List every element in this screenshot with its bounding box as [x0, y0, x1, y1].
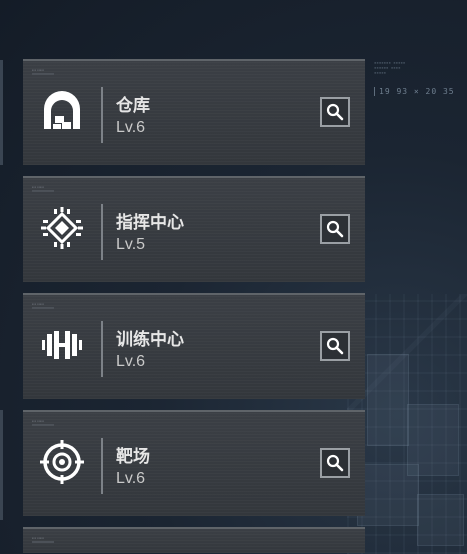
facility-name: 指挥中心 [116, 213, 184, 232]
card-tag: ▪▪▪ ▪▪▪▪▪ [32, 185, 45, 189]
side-panel-edge-bottom [0, 410, 3, 520]
target-icon [39, 439, 85, 485]
inspect-button[interactable] [320, 331, 350, 361]
side-panel-edge-top [0, 60, 3, 165]
inspect-button[interactable] [320, 97, 350, 127]
card-divider [101, 87, 103, 143]
magnifier-icon [326, 454, 344, 472]
facility-card-shooting-range[interactable]: ▪▪▪ ▪▪▪▪▪ 靶场 Lv.6 [23, 410, 365, 516]
magnifier-icon [326, 103, 344, 121]
facility-level: Lv.6 [116, 119, 146, 136]
card-divider [101, 321, 103, 377]
card-tag: ▪▪▪ ▪▪▪▪▪ [32, 419, 45, 423]
facility-card-partial[interactable]: ▪▪▪ ▪▪▪▪▪ [23, 527, 365, 553]
facility-card-training-center[interactable]: ▪▪▪ ▪▪▪▪▪ 训练中心 Lv.6 [23, 293, 365, 399]
facility-list: ▪▪▪ ▪▪▪▪▪ 仓库 Lv.6 ▪▪▪ ▪▪▪▪▪ 指挥中心 Lv.5 ▪▪… [23, 59, 365, 553]
background-city-art [347, 294, 467, 554]
facility-name: 训练中心 [116, 330, 184, 349]
card-divider [101, 204, 103, 260]
inspect-button[interactable] [320, 214, 350, 244]
magnifier-icon [326, 220, 344, 238]
warehouse-icon [39, 88, 85, 134]
card-divider [101, 438, 103, 494]
magnifier-icon [326, 337, 344, 355]
facility-card-warehouse[interactable]: ▪▪▪ ▪▪▪▪▪ 仓库 Lv.6 [23, 59, 365, 165]
card-tag-bar [32, 541, 54, 543]
card-tag: ▪▪▪ ▪▪▪▪▪ [32, 302, 45, 306]
facility-name: 仓库 [116, 96, 150, 115]
facility-level: Lv.5 [116, 236, 146, 253]
facility-level: Lv.6 [116, 353, 146, 370]
hud-decoration: ▪▪▪▪▪▪▪ ▪▪▪▪▪ ▪▪▪▪▪▪ ▪▪▪▪ ▪▪▪▪▪ 19 93 × 20… [374, 60, 455, 96]
card-tag-bar [32, 190, 54, 192]
card-tag-bar [32, 73, 54, 75]
facility-card-command-center[interactable]: ▪▪▪ ▪▪▪▪▪ 指挥中心 Lv.5 [23, 176, 365, 282]
facility-name: 靶场 [116, 447, 150, 466]
card-tag: ▪▪▪ ▪▪▪▪▪ [32, 536, 45, 540]
facility-level: Lv.6 [116, 470, 146, 487]
dumbbell-icon [39, 322, 85, 368]
card-tag-bar [32, 424, 54, 426]
inspect-button[interactable] [320, 448, 350, 478]
card-tag-bar [32, 307, 54, 309]
coordinate-readout: 19 93 × 20 35 [374, 87, 455, 96]
card-tag: ▪▪▪ ▪▪▪▪▪ [32, 68, 45, 72]
chip-icon [39, 205, 85, 251]
